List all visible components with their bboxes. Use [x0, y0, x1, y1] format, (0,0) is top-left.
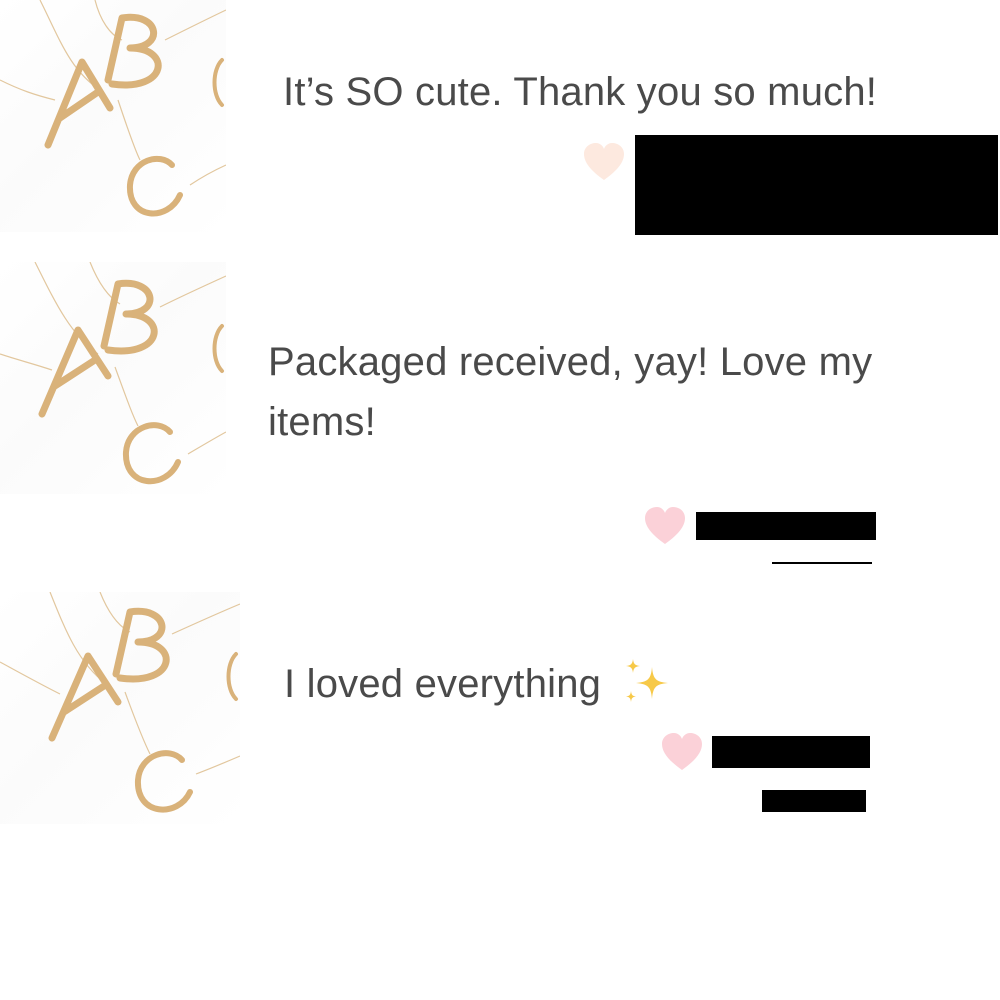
review-item: I loved everything [0, 592, 1000, 832]
redacted-reviewer-name [712, 736, 870, 768]
redacted-reviewer-name [696, 512, 876, 540]
letter-necklace-image [0, 592, 240, 813]
review-text-content: I loved everything [284, 662, 602, 706]
product-thumbnail[interactable] [0, 0, 226, 232]
product-thumbnail[interactable] [0, 592, 240, 824]
letter-necklace-image [0, 0, 226, 217]
redacted-reviewer-detail [772, 562, 872, 564]
review-text: Packaged received, yay! Love my items! [268, 340, 873, 444]
review-text: It’s SO cute. Thank you so much! [283, 70, 878, 114]
redacted-reviewer-name [635, 135, 998, 235]
review-item: It’s SO cute. Thank you so much! [0, 0, 1000, 250]
heart-icon[interactable] [660, 732, 704, 772]
product-thumbnail[interactable] [0, 262, 226, 494]
heart-icon[interactable] [582, 142, 626, 182]
review-item: Packaged received, yay! Love my items! [0, 262, 1000, 582]
heart-icon[interactable] [643, 506, 687, 546]
redacted-reviewer-detail [762, 790, 866, 812]
sparkles-icon [626, 659, 669, 703]
letter-necklace-image [0, 262, 226, 485]
review-text: I loved everything [284, 654, 984, 714]
